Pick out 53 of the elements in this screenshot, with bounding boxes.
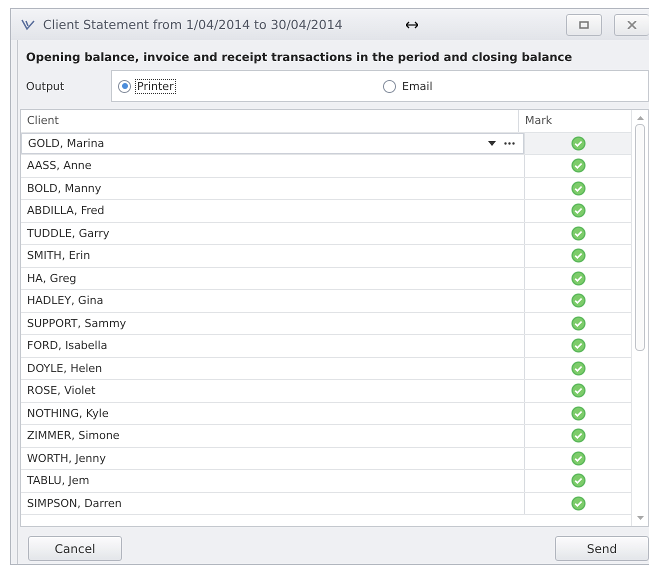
logo-icon [21, 18, 35, 30]
check-icon[interactable] [570, 270, 586, 286]
client-cell[interactable]: ZIMMER, Simone [21, 425, 524, 446]
check-icon[interactable] [570, 383, 586, 398]
client-cell[interactable]: BOLD, Manny [21, 178, 524, 199]
check-icon[interactable] [570, 406, 586, 421]
check-icon[interactable] [570, 338, 586, 354]
check-icon[interactable] [570, 226, 586, 241]
client-cell[interactable]: HA, Greg [21, 268, 524, 289]
check-icon[interactable] [570, 158, 586, 174]
client-cell[interactable]: SMITH, Erin [21, 245, 524, 266]
client-cell[interactable]: DOYLE, Helen [21, 358, 524, 379]
close-icon [627, 20, 637, 28]
client-cell[interactable]: HADLEY, Gina [21, 290, 524, 312]
dialog-button[interactable]: Send [555, 536, 649, 561]
check-icon[interactable] [570, 248, 586, 264]
client-cell[interactable]: NOTHING, Kyle [21, 402, 524, 424]
client-cell[interactable]: AASS, Anne [21, 155, 524, 176]
check-icon[interactable] [570, 428, 586, 444]
client-cell[interactable]: ROSE, Violet [21, 380, 524, 402]
scroll-down-icon[interactable] [636, 516, 644, 520]
client-cell[interactable]: SIMPSON, Darren [21, 492, 524, 514]
radio-option[interactable]: Printer [118, 78, 383, 94]
client-cell[interactable]: WORTH, Jenny [21, 448, 524, 469]
output-label: Output [25, 80, 66, 92]
client-cell[interactable]: FORD, Isabella [21, 335, 524, 356]
dialog-button[interactable]: Cancel [28, 536, 122, 561]
maximize-button[interactable] [566, 14, 602, 36]
check-icon[interactable] [570, 496, 586, 511]
window-title: Client Statement from 1/04/2014 to 30/04/2014 [43, 17, 344, 32]
client-cell[interactable]: ABDILLA, Fred [21, 200, 524, 222]
check-icon[interactable] [570, 316, 586, 331]
description-text: Opening balance, invoice and receipt transactions in the period and closing balance [25, 49, 574, 64]
column-header[interactable]: Client [21, 110, 518, 132]
check-icon[interactable] [570, 293, 586, 308]
scroll-thumb[interactable] [635, 124, 645, 351]
check-icon[interactable] [570, 360, 586, 376]
check-icon[interactable] [570, 180, 586, 196]
resize-cursor-icon [406, 20, 418, 28]
check-icon[interactable] [570, 136, 586, 151]
ellipsis-icon[interactable] [504, 142, 515, 145]
client-cell[interactable]: GOLD, Marina [21, 132, 524, 154]
close-button[interactable] [614, 14, 649, 36]
radio-option[interactable]: Email [383, 78, 648, 94]
maximize-icon [579, 20, 589, 28]
dropdown-icon[interactable] [488, 140, 496, 146]
client-cell[interactable]: TUDDLE, Garry [21, 222, 524, 244]
client-cell[interactable]: SUPPORT, Sammy [21, 312, 524, 334]
scroll-up-icon[interactable] [636, 116, 644, 120]
check-icon[interactable] [570, 203, 586, 218]
check-icon[interactable] [570, 450, 586, 466]
check-icon[interactable] [570, 473, 586, 488]
client-cell[interactable]: TABLU, Jem [21, 470, 524, 492]
